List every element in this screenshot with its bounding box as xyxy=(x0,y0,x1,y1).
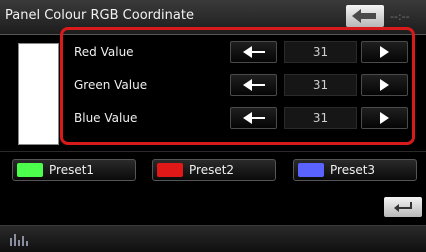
equalizer-icon[interactable] xyxy=(10,232,32,246)
top-back-button[interactable] xyxy=(346,5,384,27)
clock-display: --:-- xyxy=(390,10,410,23)
right-triangle-icon xyxy=(380,112,389,124)
preset2-swatch xyxy=(157,163,183,177)
right-triangle-icon xyxy=(380,79,389,91)
color-preview xyxy=(18,43,59,145)
preset2-label: Preset2 xyxy=(189,163,235,177)
bottom-bar xyxy=(0,225,426,252)
blue-decrease-button[interactable] xyxy=(230,107,277,129)
red-increase-button[interactable] xyxy=(361,41,408,63)
preset3-swatch xyxy=(298,163,324,177)
blue-value-label: Blue Value xyxy=(74,111,138,125)
blue-increase-button[interactable] xyxy=(361,107,408,129)
return-button[interactable] xyxy=(384,197,422,217)
blue-value-row: Blue Value 31 xyxy=(66,106,408,130)
preset1-label: Preset1 xyxy=(49,163,95,177)
preset3-label: Preset3 xyxy=(330,163,376,177)
page-title: Panel Colour RGB Coordinate xyxy=(5,8,194,23)
preset1-button[interactable]: Preset1 xyxy=(12,159,136,181)
right-triangle-icon xyxy=(380,46,389,58)
arrow-stem xyxy=(250,84,265,86)
back-arrow-icon xyxy=(352,9,376,23)
preset3-button[interactable]: Preset3 xyxy=(293,159,417,181)
green-increase-button[interactable] xyxy=(361,74,408,96)
preset1-swatch xyxy=(17,163,43,177)
blue-value-display: 31 xyxy=(284,107,357,129)
green-decrease-button[interactable] xyxy=(230,74,277,96)
preset2-button[interactable]: Preset2 xyxy=(152,159,276,181)
red-value-row: Red Value 31 xyxy=(66,40,408,64)
red-value-label: Red Value xyxy=(74,45,134,59)
green-value-label: Green Value xyxy=(74,78,148,92)
arrow-stem xyxy=(250,51,265,53)
divider xyxy=(0,151,426,152)
red-value-display: 31 xyxy=(284,41,357,63)
green-value-row: Green Value 31 xyxy=(66,73,408,97)
arrow-stem xyxy=(250,117,265,119)
red-decrease-button[interactable] xyxy=(230,41,277,63)
return-icon xyxy=(394,202,412,212)
green-value-display: 31 xyxy=(284,74,357,96)
